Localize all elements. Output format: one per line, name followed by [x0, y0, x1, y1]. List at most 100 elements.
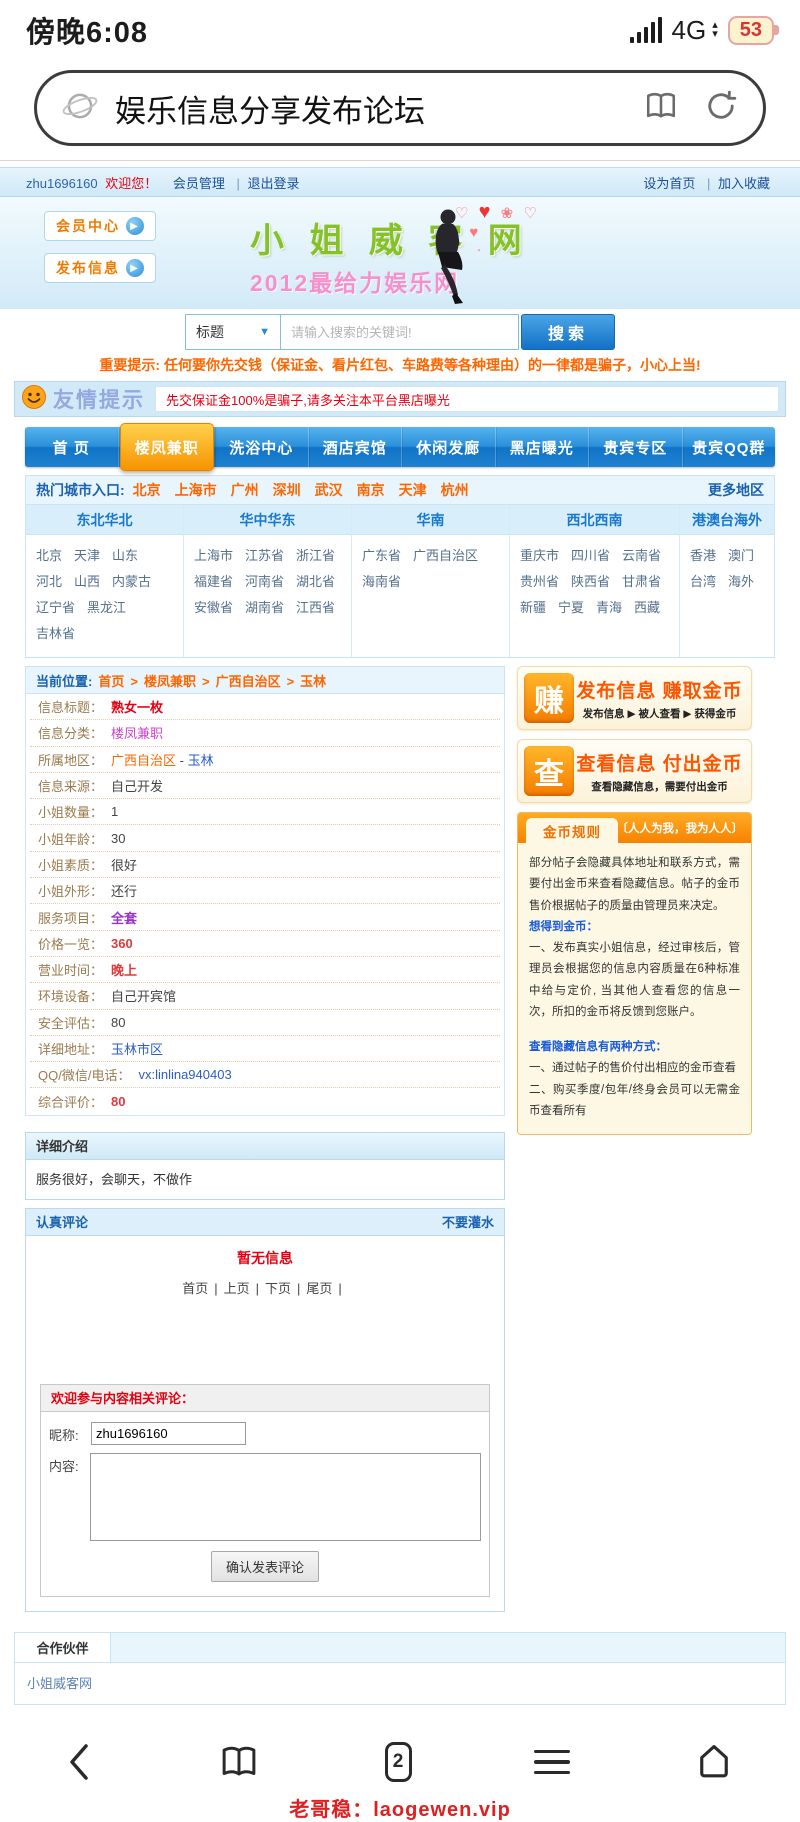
- province-link[interactable]: 福建省: [194, 569, 233, 595]
- breadcrumb-link[interactable]: 玉林: [300, 674, 326, 689]
- info-value-link[interactable]: 广西自治区: [111, 753, 176, 768]
- logo-subtitle: 2012最给力娱乐网: [250, 264, 530, 298]
- search-button[interactable]: 搜索: [521, 314, 615, 350]
- member-center-button[interactable]: 会员中心 ▶: [44, 211, 156, 241]
- province-link[interactable]: 湖北省: [296, 569, 335, 595]
- province-link[interactable]: 香港: [690, 543, 716, 569]
- city-link[interactable]: 杭州: [441, 482, 469, 498]
- province-link[interactable]: 宁夏: [558, 595, 584, 621]
- nav-tab-5[interactable]: 休闲发廊: [402, 427, 496, 467]
- province-link[interactable]: 黑龙江: [87, 595, 126, 621]
- breadcrumb-link[interactable]: 广西自治区: [216, 674, 281, 689]
- pagination-link[interactable]: 尾页: [306, 1281, 332, 1296]
- province-link[interactable]: 新疆: [520, 595, 546, 621]
- province-link[interactable]: 上海市: [194, 543, 233, 569]
- bookmarks-book-icon[interactable]: [216, 1741, 262, 1783]
- info-value-link[interactable]: 玉林: [188, 753, 214, 768]
- more-regions-link[interactable]: 更多地区: [708, 480, 764, 500]
- province-link[interactable]: 江苏省: [245, 543, 284, 569]
- submit-row: 确认发表评论: [49, 1551, 481, 1582]
- pagination-link[interactable]: 下页: [265, 1281, 291, 1296]
- province-link[interactable]: 吉林省: [36, 621, 75, 647]
- pay-coins-banner[interactable]: 查 查看信息 付出金币 查看隐藏信息，需要付出金币: [517, 739, 752, 803]
- province-link[interactable]: 辽宁省: [36, 595, 75, 621]
- province-link[interactable]: 台湾: [690, 569, 716, 595]
- comment-content-textarea[interactable]: [90, 1453, 481, 1541]
- city-link[interactable]: 武汉: [315, 482, 343, 498]
- search-input[interactable]: [281, 314, 519, 350]
- logout-link[interactable]: 退出登录: [248, 176, 300, 191]
- status-bar: 傍晚6:08 4G ▴▾ 53: [0, 0, 800, 60]
- province-link[interactable]: 山东: [112, 543, 138, 569]
- submit-comment-button[interactable]: 确认发表评论: [211, 1551, 319, 1582]
- search-category-select[interactable]: 标题 ▼: [185, 314, 281, 350]
- province-link[interactable]: 河北: [36, 569, 62, 595]
- province-link[interactable]: 四川省: [571, 543, 610, 569]
- city-link[interactable]: 天津: [399, 482, 427, 498]
- member-manage-link[interactable]: 会员管理: [173, 176, 225, 191]
- city-link[interactable]: 北京: [133, 482, 161, 498]
- nav-tab-2[interactable]: 楼凤兼职: [120, 423, 215, 471]
- nickname-input[interactable]: [91, 1422, 246, 1445]
- partner-link[interactable]: 小姐威客网: [27, 1676, 92, 1691]
- province-link[interactable]: 湖南省: [245, 595, 284, 621]
- username-link[interactable]: zhu1696160: [26, 176, 98, 191]
- main-nav: 首 页楼凤兼职洗浴中心酒店宾馆休闲发廊黑店曝光贵宾专区贵宾QQ群: [25, 427, 775, 467]
- city-link[interactable]: 深圳: [273, 482, 301, 498]
- post-info-label: 发布信息: [56, 258, 120, 278]
- province-link[interactable]: 云南省: [622, 543, 661, 569]
- pagination-link[interactable]: 首页: [182, 1281, 208, 1296]
- province-link[interactable]: 海外: [728, 569, 754, 595]
- refresh-icon[interactable]: [703, 88, 739, 129]
- partners-section: 合作伙伴 小姐威客网: [14, 1632, 786, 1705]
- province-link[interactable]: 海南省: [362, 569, 401, 595]
- set-homepage-link[interactable]: 设为首页: [643, 176, 695, 191]
- province-link[interactable]: 安徽省: [194, 595, 233, 621]
- info-value: 30: [111, 831, 125, 846]
- city-link[interactable]: 上海市: [175, 482, 217, 498]
- info-value-link[interactable]: 玉林市区: [111, 1042, 163, 1057]
- menu-icon[interactable]: [534, 1750, 570, 1775]
- province-link[interactable]: 重庆市: [520, 543, 559, 569]
- nav-tab-7[interactable]: 贵宾专区: [589, 427, 683, 467]
- province-link[interactable]: 西藏: [634, 595, 660, 621]
- city-link[interactable]: 广州: [231, 482, 259, 498]
- province-link[interactable]: 广东省: [362, 543, 401, 569]
- info-value: 80: [111, 1094, 125, 1109]
- tabs-icon[interactable]: 2: [385, 1742, 412, 1782]
- add-favorite-link[interactable]: 加入收藏: [718, 176, 770, 191]
- pagination-link[interactable]: 上页: [224, 1281, 250, 1296]
- province-link[interactable]: 青海: [596, 595, 622, 621]
- province-link[interactable]: 澳门: [728, 543, 754, 569]
- back-icon[interactable]: [64, 1741, 94, 1783]
- province-link[interactable]: 天津: [74, 543, 100, 569]
- nav-tab-6[interactable]: 黑店曝光: [496, 427, 590, 467]
- nav-tab-1[interactable]: 首 页: [25, 427, 119, 467]
- province-link[interactable]: 江西省: [296, 595, 335, 621]
- breadcrumb-link[interactable]: 首页: [98, 674, 124, 689]
- province-link[interactable]: 内蒙古: [112, 569, 151, 595]
- home-icon[interactable]: [692, 1741, 736, 1783]
- info-row: 信息标题：熟女一枚: [30, 694, 500, 720]
- hot-cities-list: 北京上海市广州深圳武汉南京天津杭州: [133, 480, 483, 500]
- province-link[interactable]: 山西: [74, 569, 100, 595]
- province-link[interactable]: 北京: [36, 543, 62, 569]
- partners-body: 小姐威客网: [15, 1663, 785, 1704]
- province-link[interactable]: 广西自治区: [413, 543, 478, 569]
- breadcrumb-link[interactable]: 楼凤兼职: [144, 674, 196, 689]
- nav-tab-3[interactable]: 洗浴中心: [215, 427, 309, 467]
- province-link[interactable]: 陕西省: [571, 569, 610, 595]
- header-buttons: 会员中心 ▶ 发布信息 ▶: [44, 211, 156, 295]
- info-value-link[interactable]: vx:linlina940403: [138, 1067, 231, 1082]
- province-link[interactable]: 贵州省: [520, 569, 559, 595]
- nav-tab-4[interactable]: 酒店宾馆: [309, 427, 403, 467]
- earn-coins-banner[interactable]: 赚 发布信息 赚取金币 发布信息 ▶ 被人查看 ▶ 获得金币: [517, 666, 752, 730]
- browser-address-bar[interactable]: 娱乐信息分享发布论坛: [34, 70, 766, 146]
- province-link[interactable]: 河南省: [245, 569, 284, 595]
- bookmarks-icon[interactable]: [643, 88, 679, 129]
- city-link[interactable]: 南京: [357, 482, 385, 498]
- post-info-button[interactable]: 发布信息 ▶: [44, 253, 156, 283]
- province-link[interactable]: 甘肃省: [622, 569, 661, 595]
- province-link[interactable]: 浙江省: [296, 543, 335, 569]
- nav-tab-8[interactable]: 贵宾QQ群: [683, 427, 776, 467]
